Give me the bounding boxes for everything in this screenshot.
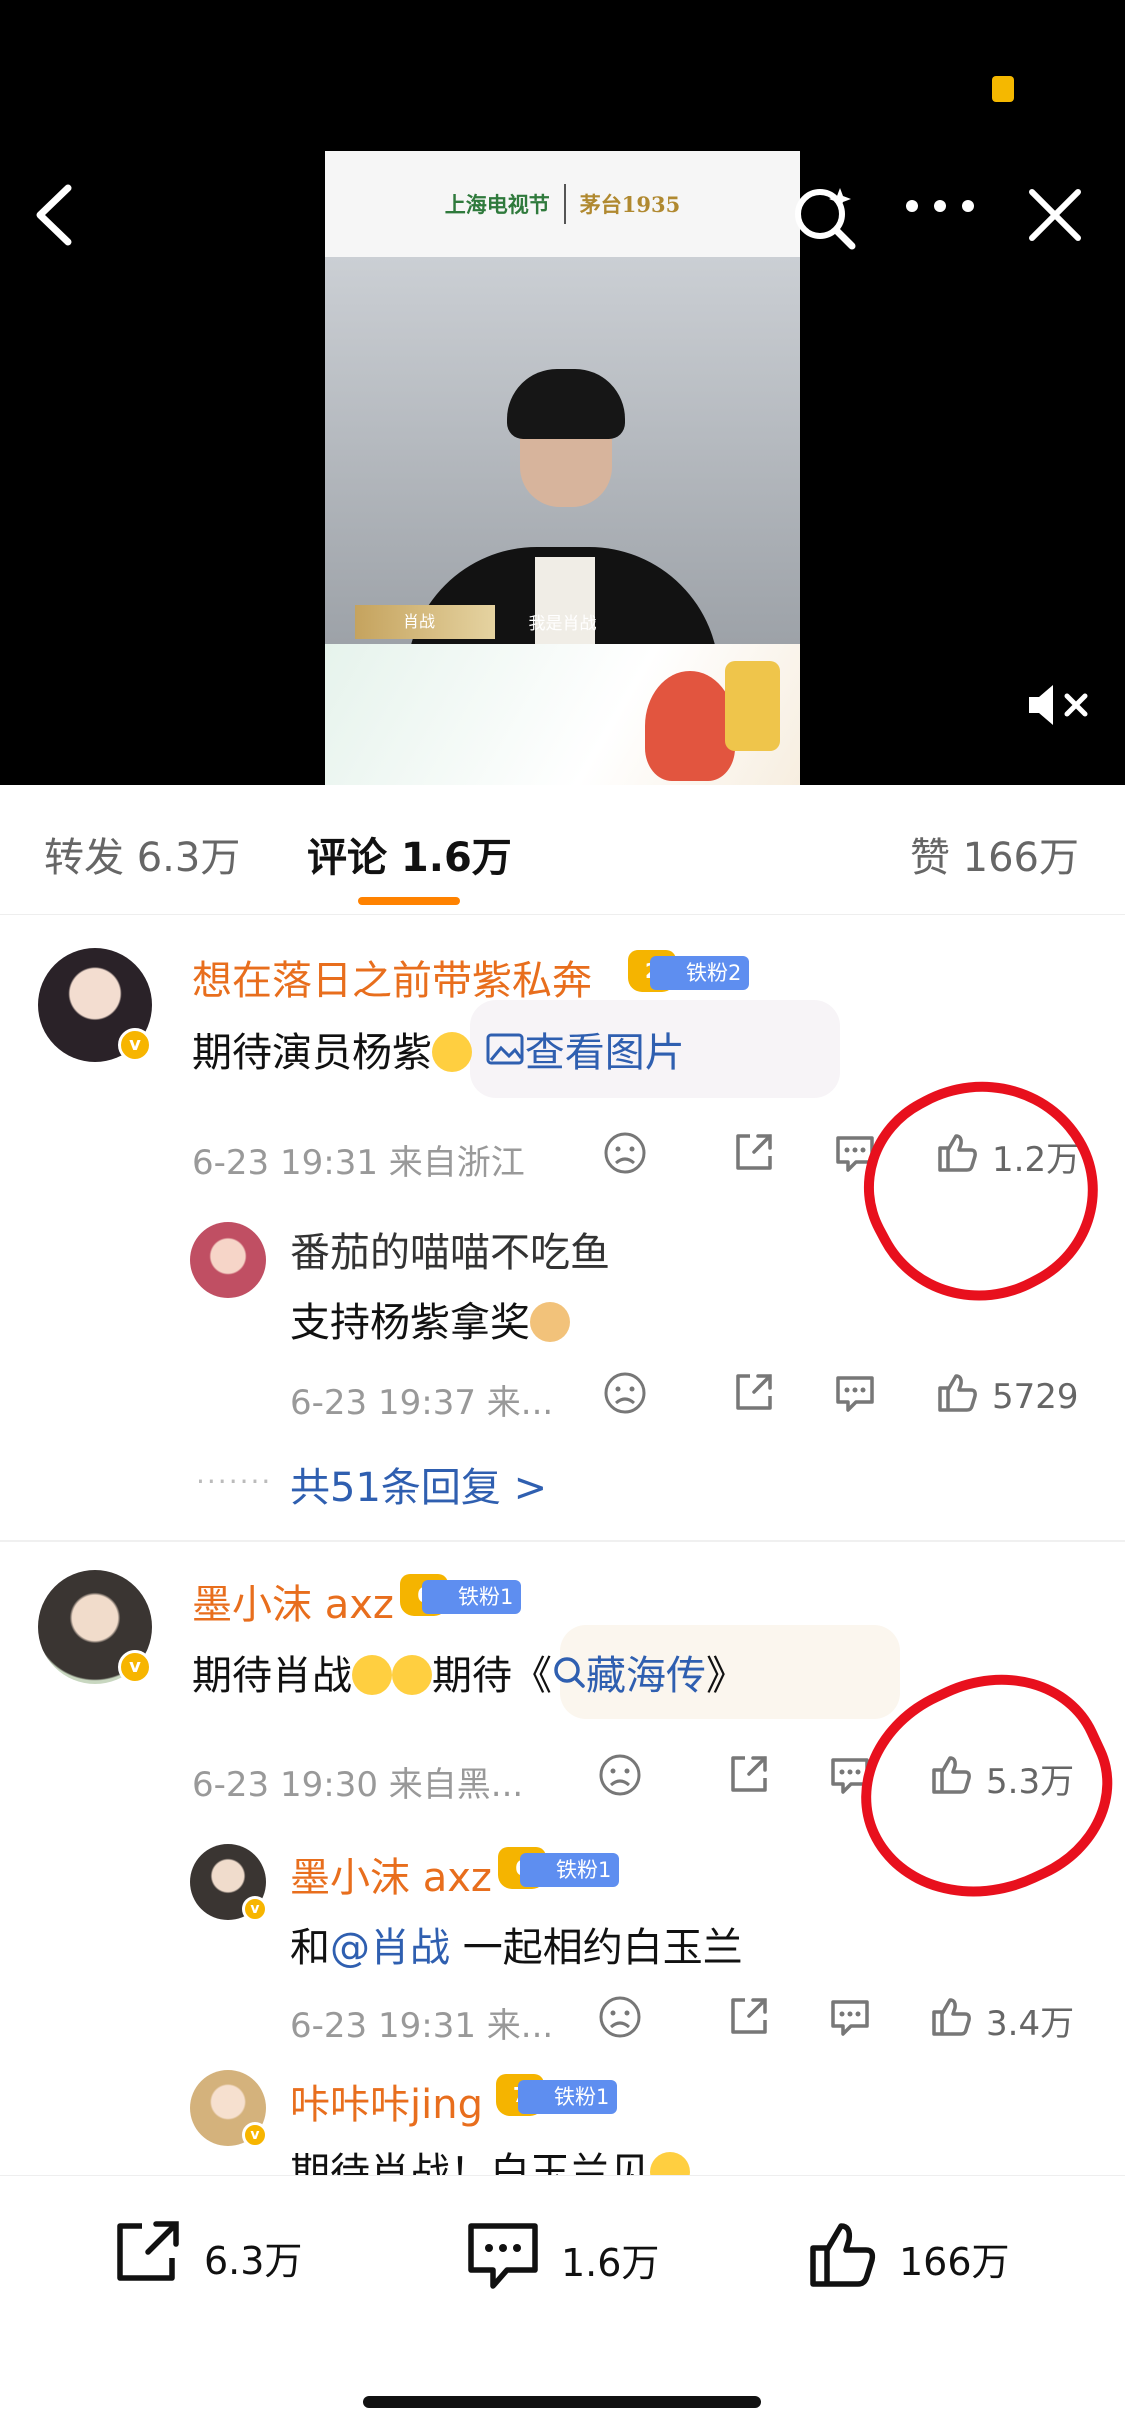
video-scene: 肖战 bbox=[325, 257, 800, 757]
like-count: 5729 bbox=[992, 1376, 1079, 1417]
comment-text: 期待演员杨紫 查看图片 bbox=[192, 1020, 685, 1078]
comment-text: 期待肖战 期待《 藏海传》 bbox=[192, 1643, 746, 1701]
reply-meta: 6-23 19:31 来... bbox=[290, 2006, 554, 2046]
tab-comment[interactable]: 评论 1.6万 bbox=[307, 825, 512, 883]
dislike-icon[interactable] bbox=[597, 1752, 643, 1802]
person-shirt bbox=[535, 557, 595, 657]
thumbs-up-icon bbox=[934, 1370, 980, 1423]
like-button[interactable]: 3.4万 bbox=[928, 1994, 1074, 2047]
fan-badge: 铁粉1 bbox=[518, 2080, 618, 2114]
reply-icon[interactable] bbox=[827, 1996, 873, 2044]
search-icon bbox=[552, 1653, 586, 1699]
art-shape bbox=[725, 661, 780, 751]
share-icon[interactable] bbox=[730, 1370, 776, 1420]
close-icon[interactable] bbox=[1020, 180, 1090, 250]
verified-badge-icon: v bbox=[242, 1896, 268, 1922]
status-indicator-dot bbox=[992, 76, 1014, 102]
comment-text-part: 期待《 bbox=[432, 1653, 552, 1699]
comment-username[interactable]: 想在落日之前带紫私奔 bbox=[192, 948, 592, 1006]
reply-username[interactable]: 咔咔咔jing bbox=[290, 2072, 483, 2130]
search-icon[interactable] bbox=[790, 182, 860, 252]
view-image-label: 查看图片 bbox=[524, 1030, 685, 1076]
dislike-icon[interactable] bbox=[602, 1130, 648, 1180]
verified-badge-icon: v bbox=[242, 2122, 268, 2148]
home-indicator bbox=[363, 2396, 761, 2408]
comment-username[interactable]: 墨小沫 axz bbox=[192, 1572, 394, 1630]
fan-badge: 铁粉2 bbox=[650, 956, 750, 990]
tab-active-indicator bbox=[358, 897, 460, 905]
fan-badge: 铁粉1 bbox=[422, 1580, 522, 1614]
bottom-comment-button[interactable]: 1.6万 bbox=[463, 2218, 659, 2301]
tab-repost[interactable]: 转发 6.3万 bbox=[44, 825, 240, 883]
thumbs-up-icon bbox=[805, 2218, 881, 2299]
comment-text-part: 》 bbox=[706, 1653, 746, 1699]
reply-icon[interactable] bbox=[832, 1372, 878, 1420]
reply-username[interactable]: 番茄的喵喵不吃鱼 bbox=[290, 1220, 610, 1278]
reply-text: 支持杨紫拿奖 bbox=[290, 1290, 570, 1348]
topic-link[interactable]: 藏海传 bbox=[552, 1653, 706, 1699]
like-count: 3.4万 bbox=[986, 2004, 1075, 2044]
emoji-icon bbox=[432, 1032, 472, 1072]
more-replies-link[interactable]: 共51条回复 > bbox=[290, 1455, 547, 1513]
shanghai-tv-festival-logo: 上海电视节 bbox=[444, 192, 550, 217]
bottom-repost-button[interactable]: 6.3万 bbox=[110, 2218, 302, 2297]
more-icon[interactable] bbox=[900, 186, 980, 226]
share-icon bbox=[110, 2218, 186, 2297]
verified-badge-icon: v bbox=[118, 1028, 152, 1062]
view-image-link[interactable]: 查看图片 bbox=[485, 1030, 685, 1076]
comment-meta: 6-23 19:30 来自黑... bbox=[192, 1765, 524, 1805]
video-frame[interactable]: 上海电视节 茅台1935 肖战 我是肖战 bbox=[325, 151, 800, 785]
bottom-like-button[interactable]: 166万 bbox=[805, 2218, 1010, 2299]
thumbs-up-icon bbox=[928, 1994, 974, 2047]
fan-badge: 铁粉1 bbox=[520, 1853, 620, 1887]
dislike-icon[interactable] bbox=[597, 1994, 643, 2044]
reply-text: 和@肖战 一起相约白玉兰 bbox=[290, 1915, 743, 1973]
verified-badge-icon: v bbox=[118, 1650, 152, 1684]
art-shape bbox=[645, 671, 735, 781]
tab-bar: 转发 6.3万 评论 1.6万 赞 166万 bbox=[0, 785, 1125, 915]
video-logo-bar: 上海电视节 茅台1935 bbox=[325, 151, 800, 257]
comment-text-part: 期待肖战 bbox=[192, 1653, 352, 1699]
dislike-icon[interactable] bbox=[602, 1370, 648, 1420]
reply-meta: 6-23 19:37 来... bbox=[290, 1383, 554, 1423]
bottom-comment-count: 1.6万 bbox=[561, 2241, 660, 2285]
mention-link[interactable]: @肖战 bbox=[330, 1925, 450, 1971]
video-subtitle: 我是肖战 bbox=[528, 614, 597, 634]
comment-icon bbox=[463, 2218, 543, 2301]
share-icon[interactable] bbox=[730, 1130, 776, 1180]
reply-username[interactable]: 墨小沫 axz bbox=[290, 1845, 492, 1903]
logo-divider bbox=[563, 184, 566, 224]
reply-text-part: 一起相约白玉兰 bbox=[462, 1925, 743, 1971]
maotai-logo: 茅台1935 bbox=[579, 192, 681, 217]
comment-text-content: 期待演员杨紫 bbox=[192, 1030, 432, 1076]
emoji-icon bbox=[530, 1302, 570, 1342]
emoji-icon bbox=[392, 1655, 432, 1695]
back-icon[interactable] bbox=[30, 180, 80, 250]
mute-icon[interactable] bbox=[1025, 680, 1095, 730]
bottom-like-count: 166万 bbox=[899, 2240, 1010, 2284]
dotted-line: ······· bbox=[196, 1465, 273, 1498]
comment-divider bbox=[0, 1540, 1125, 1542]
image-icon bbox=[485, 1030, 525, 1076]
tab-like[interactable]: 赞 166万 bbox=[910, 825, 1079, 883]
reply-text-part: 和 bbox=[290, 1925, 330, 1971]
person-hair bbox=[507, 369, 625, 439]
like-button[interactable]: 5729 bbox=[934, 1370, 1079, 1423]
topic-label: 藏海传 bbox=[586, 1653, 706, 1699]
emoji-icon bbox=[352, 1655, 392, 1695]
video-player[interactable]: 上海电视节 茅台1935 肖战 我是肖战 bbox=[0, 0, 1125, 785]
share-icon[interactable] bbox=[725, 1752, 771, 1802]
red-annotation-circle bbox=[829, 1039, 1125, 1341]
reply-text-content: 支持杨紫拿奖 bbox=[290, 1300, 530, 1346]
avatar[interactable] bbox=[190, 1222, 266, 1298]
bottom-repost-count: 6.3万 bbox=[204, 2239, 303, 2283]
share-icon[interactable] bbox=[725, 1994, 771, 2044]
comment-meta: 6-23 19:31 来自浙江 bbox=[192, 1143, 525, 1183]
